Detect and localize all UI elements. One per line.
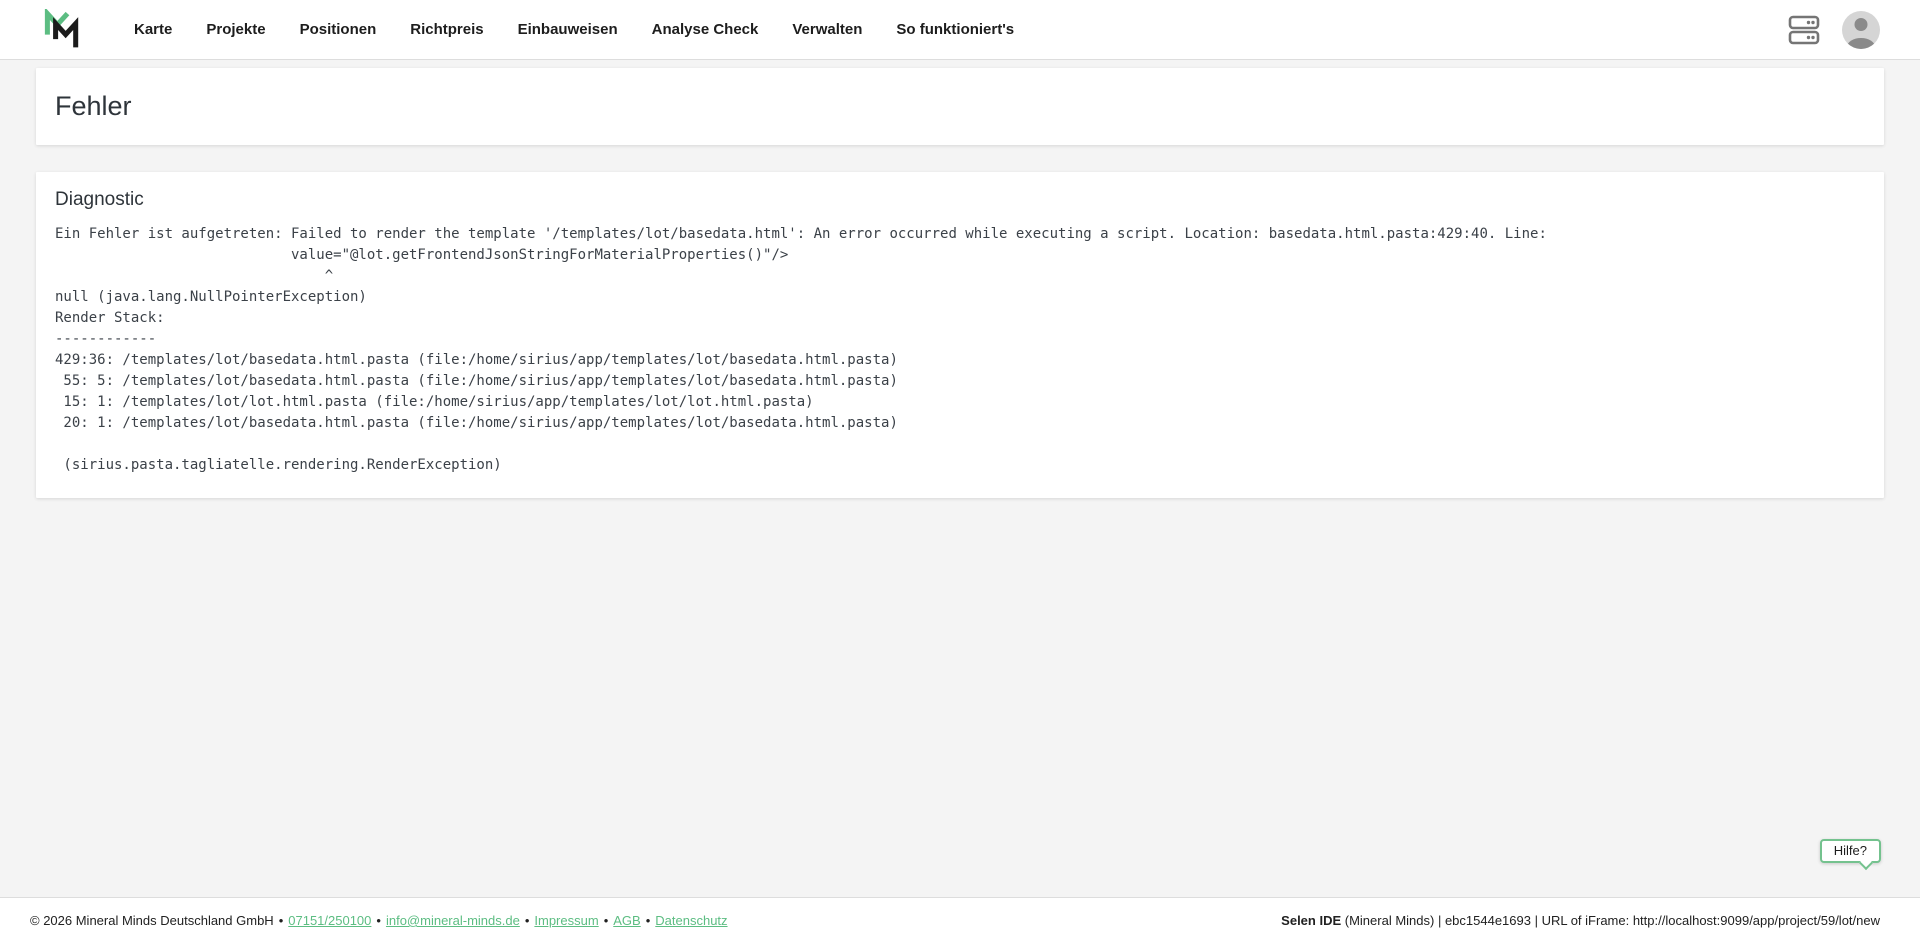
footer-separator: • xyxy=(646,913,651,928)
footer-link-agb[interactable]: AGB xyxy=(613,913,640,928)
footer-link-datenschutz[interactable]: Datenschutz xyxy=(655,913,727,928)
footer-link-impressum[interactable]: Impressum xyxy=(534,913,598,928)
main-content: Fehler Diagnostic Ein Fehler ist aufgetr… xyxy=(0,60,1920,498)
footer-separator: • xyxy=(376,913,381,928)
logo-mm-icon xyxy=(40,9,84,51)
footer-link-phone[interactable]: 07151/250100 xyxy=(288,913,371,928)
nav-item-analyse-check[interactable]: Analyse Check xyxy=(652,21,759,38)
nav-item-karte[interactable]: Karte xyxy=(134,21,172,38)
nav-item-positionen[interactable]: Positionen xyxy=(300,21,377,38)
user-avatar-icon[interactable] xyxy=(1842,11,1880,49)
ide-brand: Selen IDE xyxy=(1281,913,1341,928)
mineral-minds-logo[interactable] xyxy=(40,9,84,51)
main-nav: Karte Projekte Positionen Richtpreis Ein… xyxy=(134,21,1014,38)
diagnostic-stacktrace: Ein Fehler ist aufgetreten: Failed to re… xyxy=(55,224,1865,476)
help-button[interactable]: Hilfe? xyxy=(1820,839,1881,863)
nav-item-richtpreis[interactable]: Richtpreis xyxy=(410,21,483,38)
footer-left: © 2026 Mineral Minds Deutschland GmbH • … xyxy=(30,913,728,928)
help-button-label: Hilfe? xyxy=(1834,843,1867,858)
help-bubble-tail xyxy=(1859,856,1873,870)
nav-item-so-funktionierts[interactable]: So funktioniert's xyxy=(896,21,1014,38)
footer-separator: • xyxy=(604,913,609,928)
server-icon[interactable] xyxy=(1788,13,1820,47)
footer: © 2026 Mineral Minds Deutschland GmbH • … xyxy=(0,897,1920,943)
diagnostic-card: Diagnostic Ein Fehler ist aufgetreten: F… xyxy=(36,172,1884,498)
diagnostic-heading: Diagnostic xyxy=(55,189,1865,211)
top-nav: Karte Projekte Positionen Richtpreis Ein… xyxy=(0,0,1920,60)
footer-separator: • xyxy=(279,913,284,928)
nav-item-einbauweisen[interactable]: Einbauweisen xyxy=(518,21,618,38)
ide-info: (Mineral Minds) | ebc1544e1693 | URL of … xyxy=(1345,913,1880,928)
footer-right: Selen IDE (Mineral Minds) | ebc1544e1693… xyxy=(1281,913,1880,928)
nav-right-icons xyxy=(1788,11,1880,49)
copyright-text: © 2026 Mineral Minds Deutschland GmbH xyxy=(30,913,274,928)
page-title: Fehler xyxy=(55,91,132,122)
nav-item-projekte[interactable]: Projekte xyxy=(206,21,265,38)
avatar-body xyxy=(1847,38,1875,49)
footer-separator: • xyxy=(525,913,530,928)
footer-link-email[interactable]: info@mineral-minds.de xyxy=(386,913,520,928)
nav-item-verwalten[interactable]: Verwalten xyxy=(792,21,862,38)
error-title-card: Fehler xyxy=(36,68,1884,145)
avatar-head xyxy=(1855,18,1868,31)
